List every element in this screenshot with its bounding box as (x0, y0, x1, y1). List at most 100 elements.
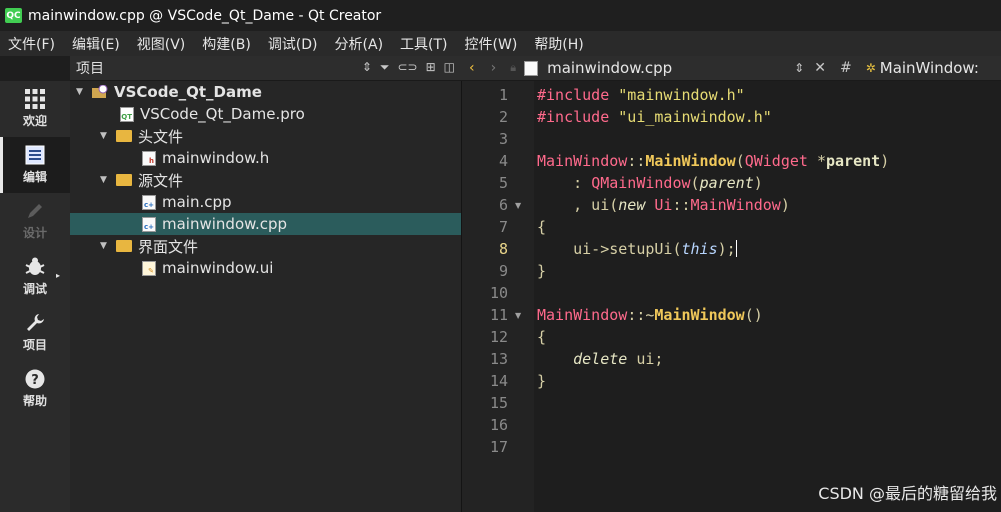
code-line: { (537, 328, 547, 346)
fold-marker-icon[interactable]: ▼ (515, 201, 521, 210)
back-arrow-icon[interactable]: ‹ (469, 60, 475, 76)
bug-icon (25, 257, 45, 275)
grid-icon (25, 89, 45, 109)
ui-file-icon: ✎ (142, 260, 156, 276)
mode-label: 欢迎 (22, 114, 47, 128)
mode-label: 编辑 (22, 170, 47, 184)
cpp-file-icon (524, 60, 539, 76)
header-file-icon: h (142, 150, 156, 166)
symbol-selector[interactable]: MainWindow: (880, 59, 979, 77)
cpp-file-icon: c+ (142, 216, 156, 232)
tree-item-label: mainwindow.h (162, 149, 270, 167)
expand-arrow-icon[interactable]: ▼ (100, 175, 110, 185)
line-number: 17 (489, 438, 508, 456)
tree-item-pro-file[interactable]: QT VSCode_Qt_Dame.pro (70, 103, 461, 125)
fold-marker-icon[interactable]: ▼ (515, 311, 521, 320)
document-selector-arrows-icon[interactable]: ⇕ (794, 61, 804, 75)
code-line: MainWindow::MainWindow(QWidget *parent) (537, 152, 890, 170)
editor-toolbar: ‹ › 🔒︎ mainwindow.cpp ⇕ ✕ # ✲ MainWindow… (461, 56, 1001, 81)
line-number: 14 (489, 372, 508, 390)
line-number: 1 (498, 86, 508, 104)
code-line: } (537, 262, 547, 280)
menu-bar: 文件(F) 编辑(E) 视图(V) 构建(B) 调试(D) 分析(A) 工具(T… (0, 31, 1001, 56)
code-line: delete ui; (573, 350, 664, 368)
code-line: , ui(new Ui::MainWindow) (537, 196, 790, 214)
expand-arrow-icon[interactable]: ▼ (100, 241, 110, 251)
project-pane-header: 项目 ⇕ ⏷ ⊂⊃ ⊞ ◫ (70, 56, 461, 81)
line-number-current: 8 (498, 240, 508, 258)
mode-projects[interactable]: 项目 (0, 305, 70, 361)
line-number: 16 (489, 416, 508, 434)
forward-arrow-icon[interactable]: › (491, 60, 497, 76)
folder-icon (116, 130, 132, 142)
tree-item-mainwindow-h[interactable]: h mainwindow.h (70, 147, 461, 169)
menu-build[interactable]: 构建(B) (202, 34, 251, 54)
title-bar: QC mainwindow.cpp @ VSCode_Qt_Dame - Qt … (0, 0, 1001, 31)
project-tree: ▼ VSCode_Qt_Dame QT VSCode_Qt_Dame.pro ▼… (70, 81, 461, 512)
filter-icon[interactable]: ⏷ (380, 60, 390, 75)
mode-label: 帮助 (22, 394, 47, 408)
menu-edit[interactable]: 编辑(E) (72, 34, 120, 54)
cpp-file-icon: c+ (142, 194, 156, 210)
code-line: { (537, 218, 547, 236)
tree-item-label: VSCode_Qt_Dame.pro (140, 105, 305, 123)
line-number: 9 (498, 262, 508, 280)
text-cursor (735, 240, 737, 257)
wrench-icon (27, 314, 44, 331)
tree-item-sources-folder[interactable]: ▼ 源文件 (70, 169, 461, 191)
menu-view[interactable]: 视图(V) (137, 34, 186, 54)
tree-item-main-cpp[interactable]: c+ main.cpp (70, 191, 461, 213)
mode-welcome[interactable]: 欢迎 (0, 81, 70, 137)
menu-file[interactable]: 文件(F) (8, 34, 55, 54)
mode-design[interactable]: 设计 (0, 193, 70, 249)
code-line: #include "mainwindow.h" (537, 86, 745, 104)
submenu-arrow-icon: ▸ (55, 271, 60, 280)
tree-item-mainwindow-cpp[interactable]: c+ mainwindow.cpp (70, 213, 461, 235)
pencil-icon (28, 204, 42, 218)
pro-file-icon: QT (120, 106, 134, 122)
code-line: MainWindow::~MainWindow() (537, 306, 763, 324)
tree-item-mainwindow-ui[interactable]: ✎ mainwindow.ui (70, 257, 461, 279)
split-icon[interactable]: ⊞ (426, 60, 436, 75)
code-editor[interactable]: #include "mainwindow.h" #include "ui_mai… (534, 81, 1001, 512)
link-icon[interactable]: ⊂⊃ (397, 60, 417, 75)
close-document-icon[interactable]: ✕ (814, 60, 826, 76)
view-selector-arrows-icon[interactable]: ⇕ (362, 60, 372, 75)
folder-icon (116, 174, 132, 186)
folder-icon (116, 240, 132, 252)
document-icon (25, 145, 45, 165)
line-number: 13 (489, 350, 508, 368)
code-line: #include "ui_mainwindow.h" (537, 108, 772, 126)
line-number: 11 (489, 306, 508, 324)
mode-edit[interactable]: 编辑 (0, 137, 70, 193)
mode-label: 项目 (22, 338, 47, 352)
expand-arrow-icon[interactable]: ▼ (76, 87, 86, 97)
qt-creator-logo-icon: QC (5, 8, 22, 23)
close-pane-icon[interactable]: ◫ (444, 60, 455, 75)
tree-item-headers-folder[interactable]: ▼ 头文件 (70, 125, 461, 147)
tree-item-label: mainwindow.ui (162, 259, 274, 277)
code-line: : QMainWindow(parent) (537, 174, 763, 192)
open-file-name[interactable]: mainwindow.cpp (547, 59, 672, 77)
mode-debug[interactable]: 调试 ▸ (0, 249, 70, 305)
line-number: 5 (498, 174, 508, 192)
line-number: 2 (498, 108, 508, 126)
tree-item-label: 源文件 (138, 171, 184, 190)
menu-widgets[interactable]: 控件(W) (465, 34, 518, 54)
menu-help[interactable]: 帮助(H) (534, 34, 583, 54)
expand-arrow-icon[interactable]: ▼ (100, 131, 110, 141)
line-number: 10 (489, 284, 508, 302)
mode-label: 设计 (22, 226, 47, 240)
line-number: 12 (489, 328, 508, 346)
tree-item-forms-folder[interactable]: ▼ 界面文件 (70, 235, 461, 257)
menu-analyze[interactable]: 分析(A) (335, 34, 384, 54)
tree-item-project[interactable]: ▼ VSCode_Qt_Dame (70, 81, 461, 103)
mode-help[interactable]: ? 帮助 (0, 361, 70, 417)
menu-debug[interactable]: 调试(D) (268, 34, 318, 54)
tree-item-label: mainwindow.cpp (162, 215, 288, 233)
code-line: ui->setupUi(this); (537, 240, 737, 258)
code-line: } (537, 372, 547, 390)
line-number: 7 (498, 218, 508, 236)
menu-tools[interactable]: 工具(T) (400, 34, 447, 54)
window-title: mainwindow.cpp @ VSCode_Qt_Dame - Qt Cre… (28, 7, 382, 24)
